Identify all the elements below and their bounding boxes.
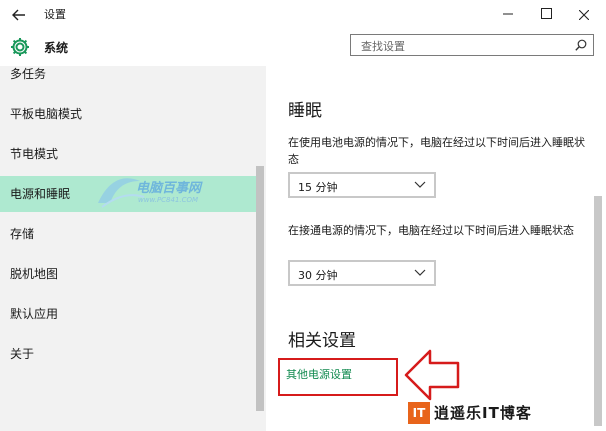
sidebar-item-multitasking[interactable]: 多任务 bbox=[0, 66, 256, 92]
maximize-icon[interactable] bbox=[528, 0, 564, 28]
sidebar-item-battery-saver[interactable]: 节电模式 bbox=[0, 136, 256, 172]
annotation-arrow-icon bbox=[404, 349, 460, 401]
search-input[interactable]: 查找设置 bbox=[350, 34, 594, 56]
minimize-icon[interactable] bbox=[490, 0, 526, 28]
search-icon[interactable] bbox=[575, 39, 587, 51]
close-icon[interactable] bbox=[566, 0, 602, 28]
sidebar: 多任务 平板电脑模式 节电模式 电源和睡眠 存储 脱机地图 默认应用 关于 电脑… bbox=[0, 66, 266, 431]
window-title: 设置 bbox=[44, 8, 66, 21]
sidebar-item-about[interactable]: 关于 bbox=[0, 336, 256, 372]
search-placeholder: 查找设置 bbox=[361, 40, 405, 53]
watermark: 电脑百事网 www.PC841.COM bbox=[96, 173, 226, 211]
settings-header: 系统 查找设置 bbox=[0, 28, 606, 66]
battery-sleep-value: 15 分钟 bbox=[298, 181, 338, 194]
sidebar-item-storage[interactable]: 存储 bbox=[0, 216, 256, 252]
other-power-settings-link[interactable]: 其他电源设置 bbox=[286, 366, 352, 382]
main-scrollbar[interactable] bbox=[594, 196, 602, 426]
watermark-title: 电脑百事网 bbox=[136, 181, 202, 196]
plugged-sleep-value: 30 分钟 bbox=[298, 269, 338, 282]
chevron-down-icon bbox=[414, 269, 426, 276]
sidebar-item-tablet-mode[interactable]: 平板电脑模式 bbox=[0, 96, 256, 132]
blog-logo: IT 逍遥乐IT博客 bbox=[404, 400, 600, 426]
plugged-sleep-dropdown[interactable]: 30 分钟 bbox=[288, 260, 436, 286]
sleep-heading: 睡眠 bbox=[288, 101, 322, 121]
battery-sleep-dropdown[interactable]: 15 分钟 bbox=[288, 172, 436, 198]
plugged-sleep-description: 在接通电源的情况下，电脑在经过以下时间后进入睡眠状态 bbox=[288, 224, 574, 237]
related-settings-heading: 相关设置 bbox=[288, 331, 356, 351]
main-panel: 睡眠 在使用电池电源的情况下，电脑在经过以下时间后进入睡眠状态 15 分钟 在接… bbox=[266, 66, 606, 431]
page-title: 系统 bbox=[44, 41, 69, 55]
title-bar: 设置 bbox=[0, 0, 606, 28]
chevron-down-icon bbox=[414, 181, 426, 188]
sidebar-scrollbar[interactable] bbox=[256, 166, 264, 411]
logo-mark: IT bbox=[408, 402, 430, 424]
sidebar-item-offline-maps[interactable]: 脱机地图 bbox=[0, 256, 256, 292]
battery-sleep-description: 在使用电池电源的情况下，电脑在经过以下时间后进入睡眠状态 bbox=[288, 136, 585, 166]
sidebar-item-default-apps[interactable]: 默认应用 bbox=[0, 296, 256, 332]
gear-icon bbox=[9, 36, 31, 58]
watermark-url: www.PC841.COM bbox=[138, 196, 199, 204]
logo-text: 逍遥乐IT博客 bbox=[434, 404, 532, 422]
back-arrow-icon[interactable] bbox=[8, 3, 30, 25]
